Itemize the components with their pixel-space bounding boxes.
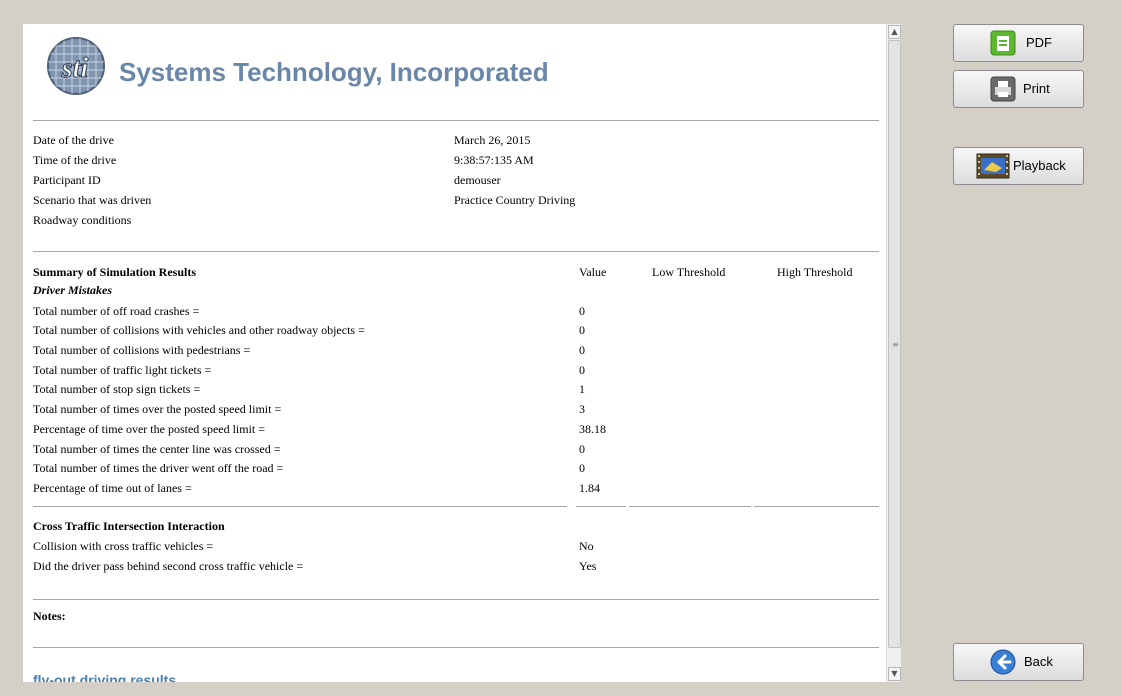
summary-title: Summary of Simulation Results xyxy=(33,265,197,279)
sti-logo: sti xyxy=(47,37,105,95)
result-row-label: Total number of off road crashes = xyxy=(33,304,200,318)
pdf-icon xyxy=(990,30,1016,56)
print-button-label: Print xyxy=(1023,81,1050,96)
vertical-scrollbar[interactable]: ▲ ≡ ▼ xyxy=(886,24,901,682)
footer-heading: fly-out driving results xyxy=(33,672,177,682)
playback-button[interactable]: Playback xyxy=(953,147,1084,185)
cross-traffic-row-label: Collision with cross traffic vehicles = xyxy=(33,539,214,553)
film-strip-icon xyxy=(976,153,1010,179)
scroll-down-arrow-icon[interactable]: ▼ xyxy=(888,667,901,681)
drive-date-label: Date of the drive xyxy=(33,133,114,147)
drive-time-value: 9:38:57:135 AM xyxy=(454,153,534,167)
logo-text: sti xyxy=(61,53,89,84)
divider xyxy=(33,599,879,600)
high-threshold-column-header: High Threshold xyxy=(777,265,853,279)
playback-button-label: Playback xyxy=(1013,158,1066,173)
cross-traffic-row-value: Yes xyxy=(579,559,597,573)
print-button[interactable]: Print xyxy=(953,70,1084,108)
driver-mistakes-subheading: Driver Mistakes xyxy=(33,283,112,297)
result-row-value: 1.84 xyxy=(579,481,600,495)
company-name: Systems Technology, Incorporated xyxy=(119,57,549,87)
scroll-thumb[interactable]: ≡ xyxy=(888,40,901,648)
participant-id-value: demouser xyxy=(454,173,501,187)
result-row-value: 0 xyxy=(579,461,585,475)
divider xyxy=(754,506,879,507)
result-row-label: Total number of collisions with pedestri… xyxy=(33,343,251,357)
roadway-conditions-label: Roadway conditions xyxy=(33,213,132,227)
result-row-value: 38.18 xyxy=(579,422,606,436)
pdf-button-label: PDF xyxy=(1026,35,1052,50)
drive-time-label: Time of the drive xyxy=(33,153,117,167)
result-row-label: Total number of times the center line wa… xyxy=(33,442,281,456)
pdf-button[interactable]: PDF xyxy=(953,24,1084,62)
result-row-value: 3 xyxy=(579,402,585,416)
back-arrow-icon xyxy=(990,649,1016,675)
result-row-label: Total number of times over the posted sp… xyxy=(33,402,282,416)
divider xyxy=(33,120,879,121)
low-threshold-column-header: Low Threshold xyxy=(652,265,726,279)
result-row-value: 0 xyxy=(579,323,585,337)
result-row-label: Total number of stop sign tickets = xyxy=(33,382,201,396)
result-row-value: 1 xyxy=(579,382,585,396)
scenario-value: Practice Country Driving xyxy=(454,193,576,207)
back-button-label: Back xyxy=(1024,654,1053,669)
divider xyxy=(33,251,879,252)
back-button[interactable]: Back xyxy=(953,643,1084,681)
result-row-value: 0 xyxy=(579,442,585,456)
printer-icon xyxy=(990,76,1016,102)
drive-date-value: March 26, 2015 xyxy=(454,133,531,147)
cross-traffic-row-label: Did the driver pass behind second cross … xyxy=(33,559,304,573)
value-column-header: Value xyxy=(579,265,607,279)
result-row-label: Total number of traffic light tickets = xyxy=(33,363,212,377)
result-row-label: Percentage of time over the posted speed… xyxy=(33,422,266,436)
result-row-label: Total number of times the driver went of… xyxy=(33,461,284,475)
result-row-label: Total number of collisions with vehicles… xyxy=(33,323,365,337)
participant-id-label: Participant ID xyxy=(33,173,101,187)
result-row-value: 0 xyxy=(579,343,585,357)
result-row-label: Percentage of time out of lanes = xyxy=(33,481,192,495)
cross-traffic-row-value: No xyxy=(579,539,594,553)
divider xyxy=(629,506,751,507)
cross-traffic-title: Cross Traffic Intersection Interaction xyxy=(33,519,225,533)
divider xyxy=(33,506,567,507)
result-row-value: 0 xyxy=(579,363,585,377)
notes-label: Notes: xyxy=(33,609,66,623)
result-row-value: 0 xyxy=(579,304,585,318)
scroll-up-arrow-icon[interactable]: ▲ xyxy=(888,25,901,39)
scenario-label: Scenario that was driven xyxy=(33,193,152,207)
report-viewer[interactable]: sti Systems Technology, Incorporated Dat… xyxy=(23,24,886,682)
divider xyxy=(576,506,626,507)
divider xyxy=(33,647,879,648)
grip-icon: ≡ xyxy=(892,340,899,349)
